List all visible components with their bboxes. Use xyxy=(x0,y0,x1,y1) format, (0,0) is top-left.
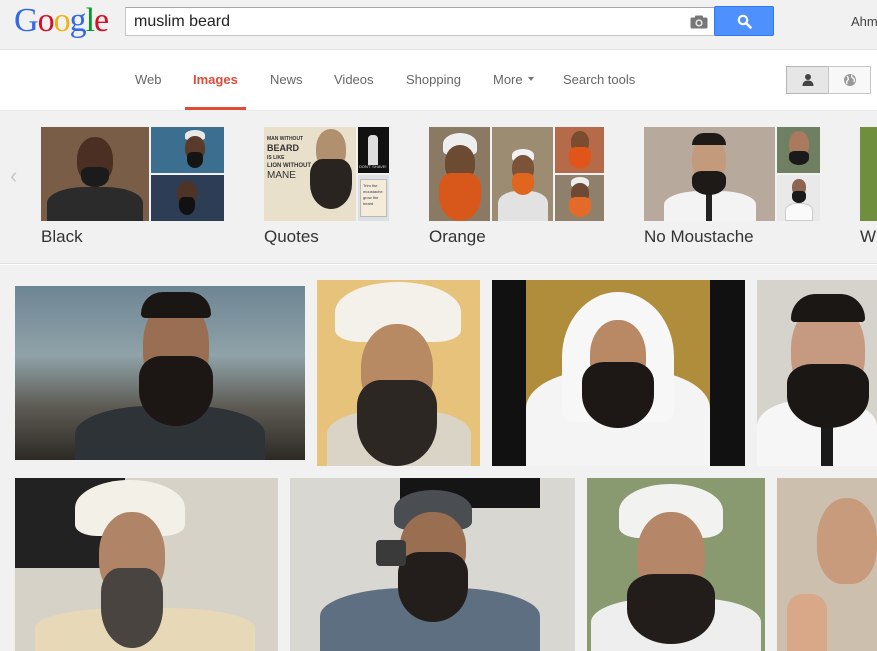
global-results-button[interactable] xyxy=(828,66,871,94)
image-results-grid xyxy=(0,265,877,651)
related-thumbnails xyxy=(644,127,820,221)
google-logo[interactable]: Google xyxy=(14,2,109,40)
search-button[interactable] xyxy=(714,6,774,36)
related-label: W xyxy=(860,227,877,246)
image-result[interactable] xyxy=(587,478,765,651)
image-result[interactable] xyxy=(317,280,480,466)
logo-letter: o xyxy=(37,2,55,39)
image-result[interactable] xyxy=(15,478,278,651)
thumbnail-image xyxy=(151,127,224,173)
related-label: Quotes xyxy=(264,227,319,246)
thumbnail-image xyxy=(777,175,820,221)
personal-results-button[interactable] xyxy=(786,66,829,94)
account-name[interactable]: Ahm xyxy=(851,14,877,29)
person-icon xyxy=(802,74,814,86)
tab-news[interactable]: News xyxy=(270,72,303,87)
thumbnail-image xyxy=(151,175,224,221)
image-result[interactable] xyxy=(15,286,305,460)
logo-letter: g xyxy=(69,2,87,39)
thumbnail-image xyxy=(41,127,149,221)
related-item-partial[interactable]: W xyxy=(860,127,877,246)
search-box xyxy=(125,7,717,36)
search-tools-button[interactable]: Search tools xyxy=(563,72,635,87)
tab-web[interactable]: Web xyxy=(135,72,162,87)
quote-text: MAN WITHOUT BEARD IS LIKE LION WITHOUT M… xyxy=(267,136,311,181)
active-tab-indicator xyxy=(185,107,246,110)
thumbnail-image: DON'T SHAVE! xyxy=(358,127,389,173)
related-thumbnails: MAN WITHOUT BEARD IS LIKE LION WITHOUT M… xyxy=(264,127,389,221)
image-result[interactable] xyxy=(290,478,575,651)
thumbnail-image: Trim the moustache grow the beard xyxy=(358,175,389,221)
tab-more-label: More xyxy=(493,72,523,87)
thumbnail-image xyxy=(860,127,877,221)
logo-letter: G xyxy=(14,2,39,39)
related-thumbnails xyxy=(429,127,604,221)
chevron-down-icon xyxy=(527,77,534,81)
tab-videos[interactable]: Videos xyxy=(334,72,374,87)
globe-icon xyxy=(844,74,856,86)
related-label: Black xyxy=(41,227,83,246)
thumbnail-image xyxy=(644,127,775,221)
related-label: No Moustache xyxy=(644,227,754,246)
chevron-left-icon[interactable]: ‹ xyxy=(10,163,17,189)
thumbnail-image xyxy=(777,127,820,173)
logo-letter: e xyxy=(94,2,109,39)
top-bar: Google Ahm xyxy=(0,0,877,50)
image-result[interactable] xyxy=(777,478,877,651)
related-item-quotes[interactable]: MAN WITHOUT BEARD IS LIKE LION WITHOUT M… xyxy=(264,127,389,246)
thumbnail-image xyxy=(492,127,553,221)
thumbnail-image xyxy=(429,127,490,221)
search-input[interactable] xyxy=(134,12,674,32)
tab-shopping[interactable]: Shopping xyxy=(406,72,461,87)
related-searches: ‹ Black MAN WITHOUT BEARD IS LIKE LION W… xyxy=(0,111,877,264)
logo-letter: l xyxy=(85,2,96,39)
thumbnail-image xyxy=(555,127,604,173)
image-result[interactable] xyxy=(757,280,877,466)
image-result[interactable] xyxy=(492,280,745,466)
search-icon xyxy=(737,14,752,29)
results-toggle xyxy=(786,66,872,94)
tab-images[interactable]: Images xyxy=(193,72,238,87)
logo-letter: o xyxy=(53,2,71,39)
camera-icon[interactable] xyxy=(690,15,708,29)
related-label: Orange xyxy=(429,227,486,246)
thumbnail-image xyxy=(555,175,604,221)
related-thumbnails xyxy=(41,127,224,221)
related-item-orange[interactable]: Orange xyxy=(429,127,604,246)
search-tabs-bar: Web Images News Videos Shopping More Sea… xyxy=(0,50,877,111)
related-item-black[interactable]: Black xyxy=(41,127,224,246)
tab-more[interactable]: More xyxy=(493,72,534,87)
quote-image: MAN WITHOUT BEARD IS LIKE LION WITHOUT M… xyxy=(264,127,356,221)
related-thumbnails xyxy=(860,127,877,221)
related-item-no-moustache[interactable]: No Moustache xyxy=(644,127,820,246)
